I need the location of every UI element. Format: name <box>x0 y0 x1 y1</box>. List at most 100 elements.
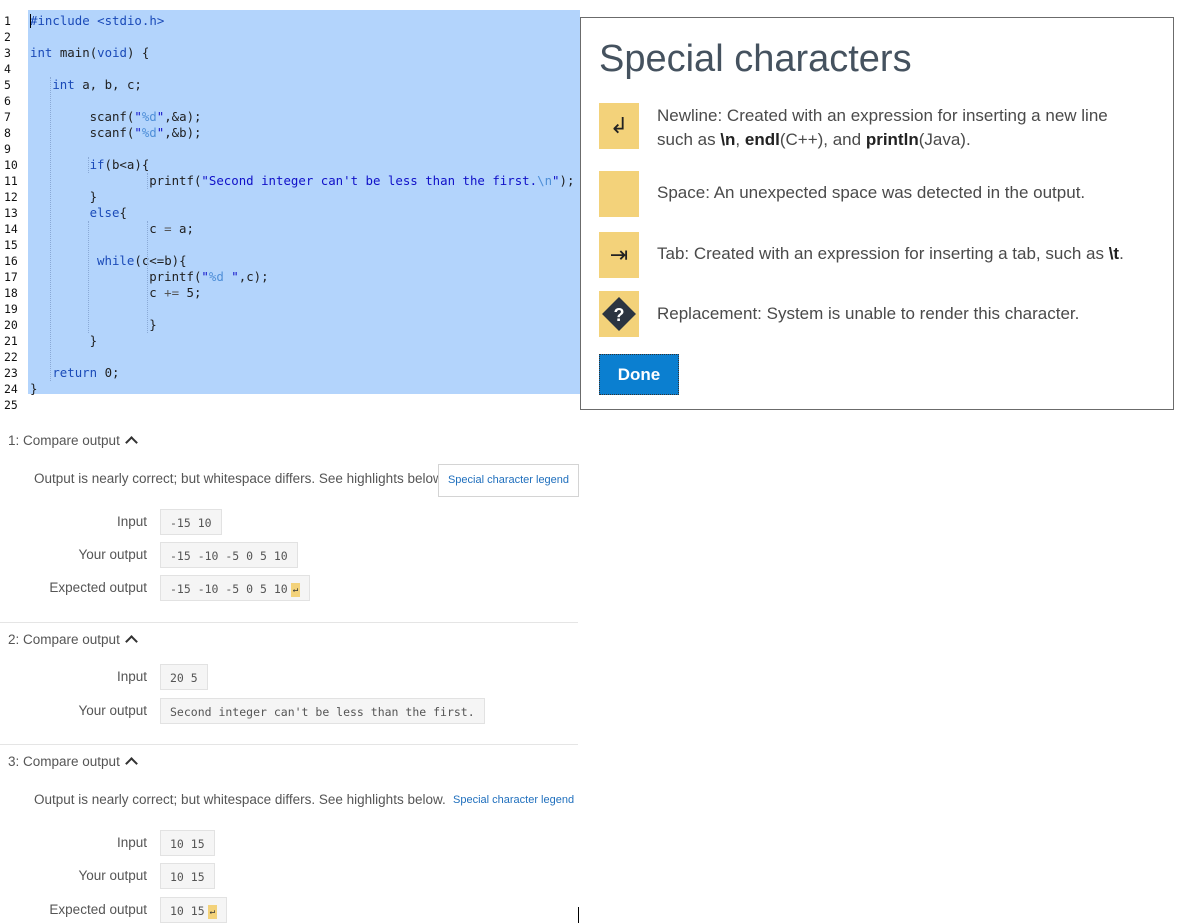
text-cursor <box>578 907 579 923</box>
tab-icon: ⇥ <box>599 232 639 278</box>
done-button[interactable]: Done <box>599 354 679 395</box>
section-divider <box>0 744 578 745</box>
section-title-text: 1: Compare output <box>8 433 120 448</box>
code-token: 0; <box>97 365 120 380</box>
output-value-box: 20 5 <box>160 664 208 690</box>
code-token: " <box>201 269 209 284</box>
indent-guide <box>50 77 52 381</box>
output-value-box: 10 15 <box>160 830 215 856</box>
section-title[interactable]: 3: Compare output <box>8 754 138 770</box>
code-token: c <box>149 285 165 300</box>
line-number: 24 <box>4 382 18 396</box>
code-token: ,c); <box>238 269 269 284</box>
indent-guide <box>147 221 149 333</box>
text-selection-highlight <box>28 10 580 394</box>
section-title[interactable]: 2: Compare output <box>8 632 138 648</box>
code-line[interactable]: scanf("%d",&b); <box>90 125 202 141</box>
code-line[interactable]: while(c<=b){ <box>97 253 187 269</box>
output-value: Second integer can't be less than the fi… <box>170 705 475 719</box>
code-token: ) { <box>127 45 150 60</box>
code-line[interactable]: else{ <box>90 205 127 221</box>
section-divider <box>0 622 578 623</box>
line-number: 23 <box>4 366 18 380</box>
line-number: 9 <box>4 142 11 156</box>
chevron-up-icon <box>124 436 138 449</box>
chevron-up-icon <box>124 757 138 770</box>
chevron-up-icon <box>124 635 138 648</box>
line-number: 4 <box>4 62 11 76</box>
code-token: int <box>52 77 75 92</box>
code-token: %d <box>141 125 157 140</box>
whitespace-message: Output is nearly correct; but whitespace… <box>34 471 446 486</box>
code-line[interactable]: printf("Second integer can't be less tha… <box>149 173 574 189</box>
code-token: if <box>89 157 105 172</box>
code-token: "Second integer can't be less than the f… <box>201 173 538 188</box>
newline-marker-icon: ↵ <box>290 582 301 597</box>
code-token: } <box>89 333 98 348</box>
special-character-legend-button[interactable]: Special character legend <box>438 464 579 497</box>
newline-icon: ↲ <box>599 103 639 149</box>
output-value-box: 10 15 ↵ <box>160 897 228 923</box>
code-token: 5; <box>179 285 202 300</box>
code-token: #include <stdio.h> <box>30 13 165 28</box>
output-row-label: Your output <box>78 703 147 718</box>
line-number: 14 <box>4 222 18 236</box>
code-token: += <box>164 285 180 300</box>
section-title-text: 2: Compare output <box>8 632 120 647</box>
line-number: 8 <box>4 126 11 140</box>
code-line[interactable]: c += 5; <box>149 285 201 301</box>
code-line[interactable]: } <box>149 317 156 333</box>
code-line[interactable]: int main(void) { <box>30 45 149 61</box>
code-token: (c<=b){ <box>134 253 187 268</box>
code-token: " <box>134 125 142 140</box>
output-row-label: Expected output <box>49 580 147 595</box>
line-number: 2 <box>4 30 11 44</box>
output-value: 10 15 <box>170 837 205 851</box>
output-value: 20 5 <box>170 671 198 685</box>
code-token: a, b, c; <box>74 77 142 92</box>
code-line[interactable]: if(b<a){ <box>90 157 150 173</box>
special-character-legend-link[interactable]: Special character legend <box>453 794 574 806</box>
code-editor[interactable]: 1 2 3 4 5 6 7 8 9 10 11 12 13 14 15 16 17 18 19 20 21 22 23 24 2… <box>0 10 580 412</box>
tab-icon-glyph: ⇥ <box>609 242 629 267</box>
legend-description: Tab: Created with an expression for inse… <box>657 244 1124 263</box>
line-number: 21 <box>4 334 18 348</box>
code-token: %d <box>141 109 157 124</box>
code-token: ,&b); <box>164 125 202 140</box>
code-token: \n <box>537 173 553 188</box>
code-line[interactable]: #include <stdio.h> <box>30 13 164 29</box>
code-token: a; <box>171 221 194 236</box>
code-token: return <box>52 365 98 380</box>
code-token: %d <box>208 269 232 284</box>
code-token: ,&a); <box>164 109 202 124</box>
output-row-label: Input <box>116 835 147 850</box>
code-line[interactable]: int a, b, c; <box>52 77 142 93</box>
indent-guide <box>87 221 89 333</box>
output-row-label: Expected output <box>49 902 147 917</box>
code-token: while <box>97 253 135 268</box>
section-title[interactable]: 1: Compare output <box>8 433 138 449</box>
code-line[interactable]: printf("%d ",c); <box>149 269 268 285</box>
code-line[interactable]: scanf("%d",&a); <box>90 109 202 125</box>
code-line[interactable]: } <box>90 189 97 205</box>
code-line[interactable]: } <box>30 381 37 397</box>
output-value-box: -15 10 <box>160 509 222 535</box>
code-line[interactable]: } <box>90 333 97 349</box>
output-row-label: Input <box>116 514 147 529</box>
code-token: } <box>89 189 98 204</box>
line-number: 13 <box>4 206 18 220</box>
code-token: void <box>97 45 127 60</box>
output-value: 10 15 <box>170 870 205 884</box>
code-token: " <box>552 173 560 188</box>
output-value-box: -15 -10 -5 0 5 10 ↵ <box>160 575 311 601</box>
output-row-label: Your output <box>78 868 147 883</box>
code-line[interactable]: c = a; <box>149 221 194 237</box>
code-line[interactable]: return 0; <box>52 365 119 381</box>
code-token: else <box>89 205 120 220</box>
code-token: c <box>149 221 165 236</box>
output-value-box: Second integer can't be less than the fi… <box>160 698 485 724</box>
output-row-label: Your output <box>78 547 147 562</box>
code-token: main( <box>52 45 98 60</box>
line-number: 3 <box>4 46 11 60</box>
output-value-box: -15 -10 -5 0 5 10 <box>160 542 298 568</box>
